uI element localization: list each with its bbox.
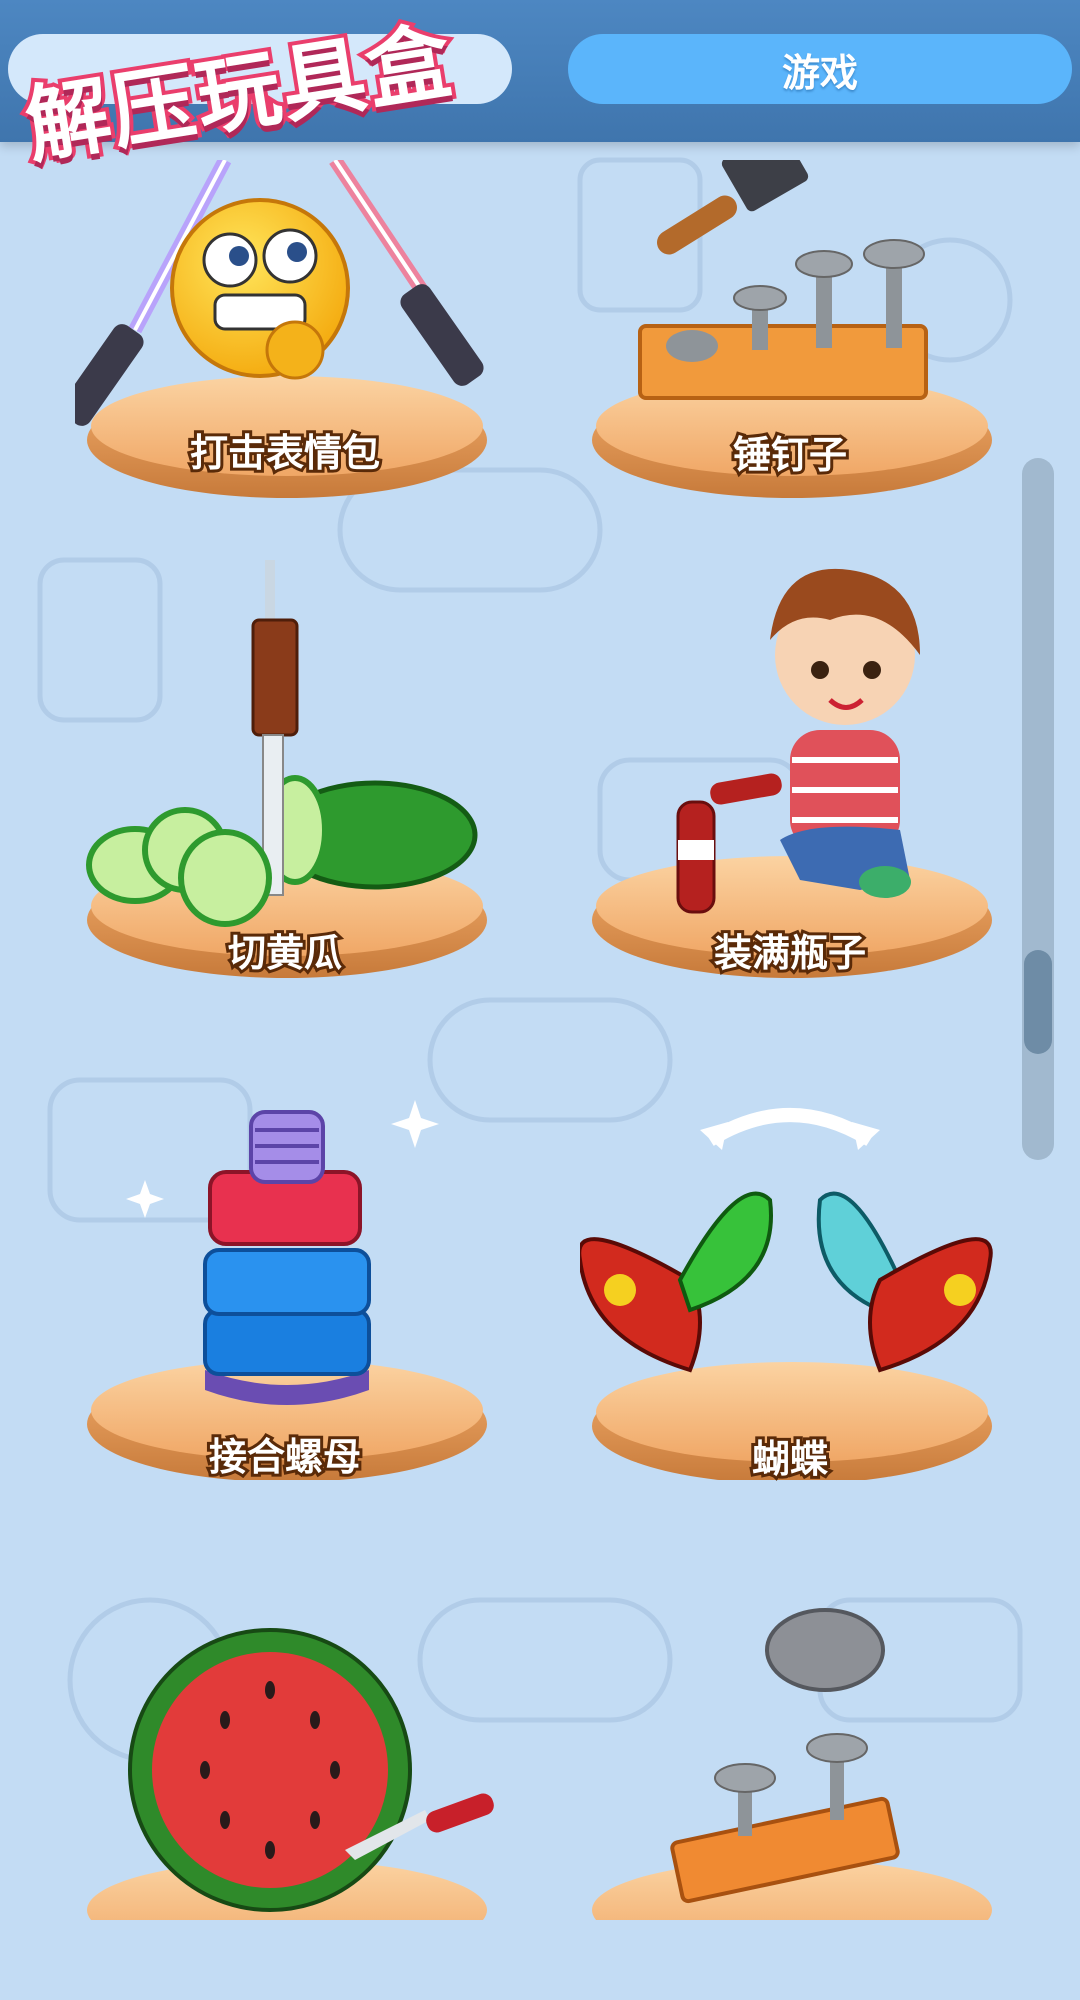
game-card-rock[interactable] [580, 1580, 1000, 2000]
rock-nails-icon [592, 1608, 992, 1920]
game-card-watermelon[interactable] [75, 1580, 495, 2000]
game-card-butterfly[interactable]: 蝴蝶 [580, 1060, 1000, 1484]
game-label: 蝴蝶 [749, 1434, 831, 1484]
scrollbar-track[interactable] [1022, 458, 1054, 1160]
bolt-nuts-icon [87, 1100, 487, 1480]
hammer-nails-icon [592, 160, 992, 498]
game-label: 装满瓶子 [711, 928, 869, 978]
game-card-emoji[interactable]: 打击表情包 [75, 160, 495, 580]
game-label: 打击表情包 [187, 428, 383, 478]
game-card-nuts[interactable]: 接合螺母 [75, 1060, 495, 1482]
butterflies-icon [580, 1108, 993, 1480]
cucumber-knife-icon [86, 560, 487, 978]
scrollbar-thumb[interactable] [1024, 950, 1052, 1054]
game-card-cucumber[interactable]: 切黄瓜 [75, 560, 495, 980]
watermelon-knife-icon [87, 1628, 494, 1920]
boy-pouring-cola-icon [592, 568, 992, 978]
tab-games[interactable]: 游戏 [568, 34, 1072, 104]
game-label: 锤钉子 [730, 430, 850, 480]
emoji-lightsaber-icon [75, 160, 487, 498]
game-card-bottle[interactable]: 装满瓶子 [580, 560, 1000, 980]
game-label: 接合螺母 [206, 1432, 364, 1482]
game-label: 切黄瓜 [225, 928, 345, 978]
game-card-hammer[interactable]: 锤钉子 [580, 160, 1000, 580]
